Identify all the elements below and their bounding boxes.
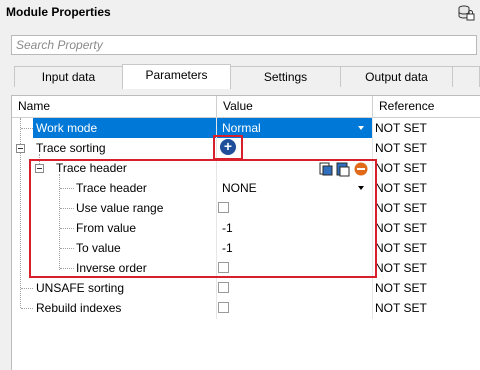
column-header-name[interactable]: Name <box>12 96 216 117</box>
table-row[interactable]: From value -1 NOT SET <box>12 218 480 238</box>
grid-header: Name Value Reference <box>12 96 480 118</box>
property-grid: Name Value Reference Work mode Normal NO… <box>11 95 480 370</box>
column-header-value[interactable]: Value <box>217 96 372 117</box>
table-row[interactable]: Trace header NOT SET <box>12 158 480 178</box>
window-title: Module Properties <box>6 5 111 19</box>
use-value-range-checkbox[interactable] <box>218 202 229 213</box>
trace-header-actions <box>319 162 368 177</box>
rebuild-indexes-checkbox[interactable] <box>218 302 229 313</box>
reference-value: NOT SET <box>375 301 427 315</box>
property-name: Use value range <box>76 201 164 215</box>
chevron-down-icon[interactable] <box>358 126 364 130</box>
tab-input-data[interactable]: Input data <box>14 66 123 87</box>
search-input[interactable] <box>12 36 476 54</box>
table-row[interactable]: Inverse order NOT SET <box>12 258 480 278</box>
from-value-field[interactable]: -1 <box>222 218 233 238</box>
property-name: Trace sorting <box>36 141 106 155</box>
reference-value: NOT SET <box>375 281 427 295</box>
table-row[interactable]: Work mode Normal NOT SET <box>12 118 480 138</box>
plus-circle-icon[interactable]: + <box>220 139 236 155</box>
title-bar: Module Properties <box>0 0 480 28</box>
tab-settings[interactable]: Settings <box>230 66 341 87</box>
table-row[interactable]: Rebuild indexes NOT SET <box>12 298 480 318</box>
work-mode-dropdown[interactable]: Normal <box>217 118 372 138</box>
property-name: Work mode <box>33 118 216 138</box>
chevron-down-icon[interactable] <box>358 186 364 190</box>
property-name: To value <box>76 241 121 255</box>
tab-output-data[interactable]: Output data <box>340 66 453 87</box>
property-name: UNSAFE sorting <box>36 281 125 295</box>
tab-parameters[interactable]: Parameters <box>122 64 231 89</box>
reference-value: NOT SET <box>375 241 427 255</box>
table-row[interactable]: Use value range NOT SET <box>12 198 480 218</box>
property-name: Trace header <box>56 161 127 175</box>
property-name: Trace header <box>76 181 147 195</box>
reference-value: NOT SET <box>375 121 427 135</box>
collapse-icon[interactable] <box>16 144 25 153</box>
copy-icon[interactable] <box>319 162 333 176</box>
reference-value: NOT SET <box>375 161 427 175</box>
property-name: From value <box>76 221 137 235</box>
table-row[interactable]: UNSAFE sorting NOT SET <box>12 278 480 298</box>
search-box[interactable] <box>11 35 477 55</box>
reference-value: NOT SET <box>375 261 427 275</box>
tab-bar: Input data Parameters Settings Output da… <box>0 64 480 89</box>
reference-value: NOT SET <box>375 221 427 235</box>
tab-overflow[interactable] <box>452 66 480 87</box>
reference-value: NOT SET <box>375 141 427 155</box>
trace-header-dropdown[interactable]: NONE <box>222 178 257 198</box>
unsafe-sorting-checkbox[interactable] <box>218 282 229 293</box>
remove-icon[interactable] <box>354 162 368 176</box>
database-icon[interactable] <box>457 4 475 22</box>
table-row[interactable]: To value -1 NOT SET <box>12 238 480 258</box>
column-header-reference[interactable]: Reference <box>373 96 480 117</box>
to-value-field[interactable]: -1 <box>222 238 233 258</box>
collapse-icon[interactable] <box>35 164 44 173</box>
table-row[interactable]: Trace header NONE NOT SET <box>12 178 480 198</box>
property-name: Rebuild indexes <box>36 301 122 315</box>
paste-icon[interactable] <box>336 162 350 177</box>
reference-value: NOT SET <box>375 201 427 215</box>
inverse-order-checkbox[interactable] <box>218 262 229 273</box>
table-row[interactable]: Trace sorting NOT SET <box>12 138 480 158</box>
dropdown-value: Normal <box>222 121 261 135</box>
reference-value: NOT SET <box>375 181 427 195</box>
property-name: Inverse order <box>76 261 147 275</box>
